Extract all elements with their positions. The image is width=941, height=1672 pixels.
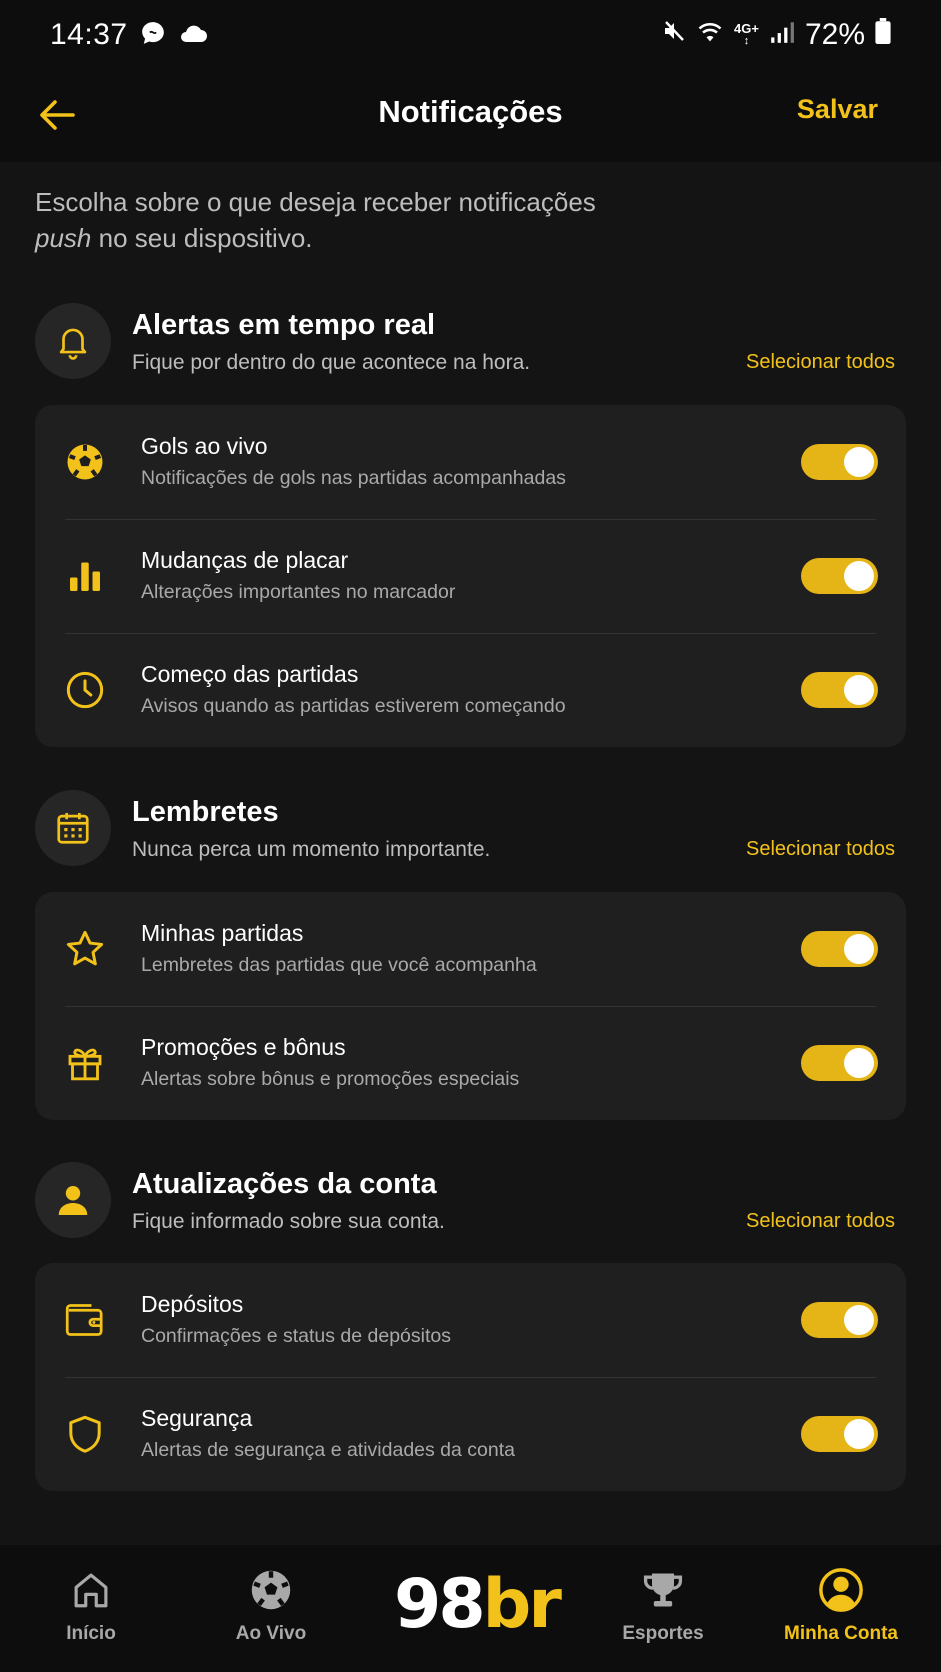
star-icon bbox=[63, 927, 107, 971]
toggle-knob bbox=[844, 934, 874, 964]
reminders-card: Minhas partidas Lembretes das partidas q… bbox=[35, 892, 906, 1120]
setting-title: Mudanças de placar bbox=[141, 547, 349, 573]
soccer-ball-icon bbox=[63, 440, 107, 484]
battery-percent: 72% bbox=[804, 18, 865, 51]
setting-row-my-matches[interactable]: Minhas partidas Lembretes das partidas q… bbox=[35, 892, 906, 1006]
intro-emphasis: push bbox=[35, 223, 92, 253]
toggle-switch[interactable] bbox=[801, 1302, 878, 1338]
toggle-switch[interactable] bbox=[801, 444, 878, 480]
setting-title: Começo das partidas bbox=[141, 661, 359, 687]
toggle-switch[interactable] bbox=[801, 1416, 878, 1452]
save-button[interactable]: Salvar bbox=[797, 94, 878, 125]
clock-icon bbox=[63, 668, 107, 712]
setting-row-score-changes[interactable]: Mudanças de placar Alterações importante… bbox=[35, 519, 906, 633]
setting-title: Gols ao vivo bbox=[141, 433, 268, 459]
intro-line-2: push no seu dispositivo. bbox=[35, 220, 895, 256]
setting-row-security[interactable]: Segurança Alertas de segurança e ativida… bbox=[35, 1377, 906, 1491]
nav-item-live[interactable]: Ao Vivo bbox=[191, 1567, 351, 1645]
setting-row-promotions[interactable]: Promoções e bônus Alertas sobre bônus e … bbox=[35, 1006, 906, 1120]
toggle-knob bbox=[844, 561, 874, 591]
realtime-alerts-card: Gols ao vivo Notificações de gols nas pa… bbox=[35, 405, 906, 747]
wallet-icon bbox=[63, 1298, 107, 1342]
section-header-realtime-alerts: Alertas em tempo real Fique por dentro d… bbox=[35, 303, 905, 383]
brand-logo-suffix: br bbox=[482, 1565, 562, 1644]
bottom-navigation: Início Ao Vivo 98br Esportes Minha Conta bbox=[0, 1545, 941, 1672]
setting-title: Depósitos bbox=[141, 1291, 244, 1317]
user-circle-icon bbox=[761, 1567, 921, 1613]
setting-description: Alterações importantes no marcador bbox=[141, 581, 456, 603]
wifi-icon bbox=[696, 18, 724, 52]
setting-title: Minhas partidas bbox=[141, 920, 304, 946]
nav-item-home[interactable]: Início bbox=[11, 1567, 171, 1645]
select-all-button[interactable]: Selecionar todos bbox=[746, 838, 895, 861]
setting-title: Segurança bbox=[141, 1405, 253, 1431]
toggle-knob bbox=[844, 1419, 874, 1449]
section-title: Lembretes bbox=[132, 796, 279, 828]
section-subtitle: Fique por dentro do que acontece na hora… bbox=[132, 351, 531, 374]
network-label: 4G+ bbox=[734, 21, 759, 36]
setting-row-live-goals[interactable]: Gols ao vivo Notificações de gols nas pa… bbox=[35, 405, 906, 519]
toggle-knob bbox=[844, 447, 874, 477]
setting-description: Avisos quando as partidas estiverem come… bbox=[141, 695, 566, 717]
section-title: Atualizações da conta bbox=[132, 1168, 437, 1200]
setting-row-deposits[interactable]: Depósitos Confirmações e status de depós… bbox=[35, 1263, 906, 1377]
gift-icon bbox=[63, 1041, 107, 1085]
brand-logo-number: 98 bbox=[394, 1565, 486, 1644]
section-subtitle: Fique informado sobre sua conta. bbox=[132, 1210, 445, 1233]
select-all-button[interactable]: Selecionar todos bbox=[746, 351, 895, 374]
nav-label: Esportes bbox=[622, 1623, 704, 1644]
status-bar: 14:37 4G+ ↕ 72% bbox=[0, 0, 941, 70]
nav-item-sports[interactable]: Esportes bbox=[583, 1567, 743, 1645]
network-type: 4G+ ↕ bbox=[734, 21, 759, 47]
mute-icon bbox=[662, 18, 686, 52]
brand-logo[interactable]: 98br bbox=[394, 1565, 562, 1644]
user-icon bbox=[58, 1186, 88, 1215]
intro-text: Escolha sobre o que deseja receber notif… bbox=[35, 184, 895, 256]
intro-line-2-rest: no seu dispositivo. bbox=[91, 223, 313, 253]
signal-icon bbox=[769, 18, 795, 52]
toggle-switch[interactable] bbox=[801, 1045, 878, 1081]
nav-item-my-account[interactable]: Minha Conta bbox=[761, 1567, 921, 1645]
nav-label: Ao Vivo bbox=[235, 1623, 307, 1644]
notifications-screen: 14:37 4G+ ↕ 72% Notificações Salvar Esco… bbox=[0, 0, 941, 1672]
nav-label: Início bbox=[66, 1623, 116, 1644]
bell-icon bbox=[59, 328, 87, 360]
setting-description: Notificações de gols nas partidas acompa… bbox=[141, 467, 566, 489]
toggle-knob bbox=[844, 1305, 874, 1335]
trophy-icon bbox=[583, 1567, 743, 1613]
setting-description: Lembretes das partidas que você acompanh… bbox=[141, 954, 537, 976]
shield-icon bbox=[63, 1412, 107, 1456]
toggle-switch[interactable] bbox=[801, 931, 878, 967]
account-updates-card: Depósitos Confirmações e status de depós… bbox=[35, 1263, 906, 1491]
toggle-switch[interactable] bbox=[801, 558, 878, 594]
section-icon-circle bbox=[35, 303, 111, 379]
cloud-icon bbox=[178, 21, 208, 50]
section-header-account-updates: Atualizações da conta Fique informado so… bbox=[35, 1162, 905, 1242]
home-icon bbox=[11, 1567, 171, 1613]
battery-icon bbox=[875, 18, 891, 52]
calendar-icon bbox=[57, 812, 89, 844]
bar-chart-icon bbox=[63, 554, 107, 598]
toggle-knob bbox=[844, 675, 874, 705]
toggle-switch[interactable] bbox=[801, 672, 878, 708]
status-time: 14:37 bbox=[50, 18, 128, 51]
app-header: Notificações Salvar bbox=[0, 70, 941, 162]
section-icon-circle bbox=[35, 790, 111, 866]
setting-description: Confirmações e status de depósitos bbox=[141, 1325, 452, 1347]
setting-description: Alertas de segurança e atividades da con… bbox=[141, 1439, 515, 1461]
section-icon-circle bbox=[35, 1162, 111, 1238]
section-subtitle: Nunca perca um momento importante. bbox=[132, 838, 491, 861]
toggle-knob bbox=[844, 1048, 874, 1078]
setting-description: Alertas sobre bônus e promoções especiai… bbox=[141, 1068, 520, 1090]
soccer-ball-icon bbox=[191, 1567, 351, 1613]
section-title: Alertas em tempo real bbox=[132, 309, 436, 341]
setting-row-match-start[interactable]: Começo das partidas Avisos quando as par… bbox=[35, 633, 906, 747]
setting-title: Promoções e bônus bbox=[141, 1034, 346, 1060]
section-header-reminders: Lembretes Nunca perca um momento importa… bbox=[35, 790, 905, 870]
select-all-button[interactable]: Selecionar todos bbox=[746, 1210, 895, 1233]
nav-label: Minha Conta bbox=[784, 1623, 898, 1644]
chat-bubble-icon bbox=[140, 20, 166, 51]
intro-line-1: Escolha sobre o que deseja receber notif… bbox=[35, 187, 596, 217]
